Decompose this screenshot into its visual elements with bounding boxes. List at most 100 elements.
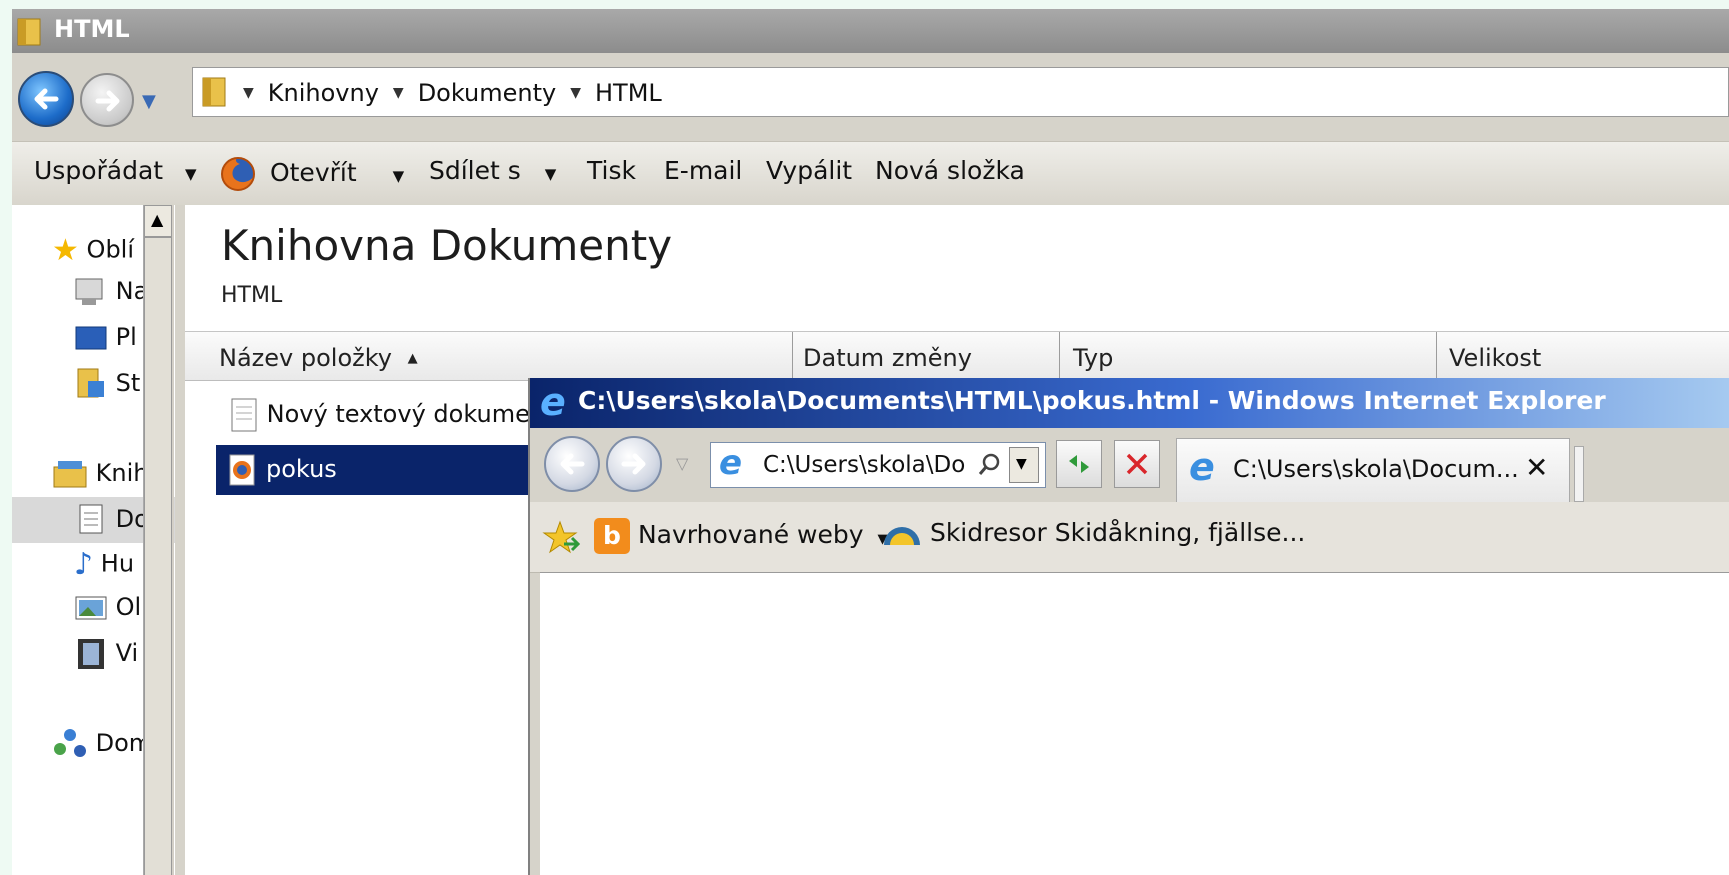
suggested-sites-button[interactable]: b Navrhované weby ▼ [594, 518, 887, 554]
favorite-site-link[interactable]: Skidresor Skidåkning, fjällse... [882, 518, 1305, 549]
nav-item-label: St [115, 369, 141, 397]
nav-item-favorites[interactable]: ★ Oblí [52, 233, 134, 268]
ie-page-content[interactable] [540, 572, 1729, 875]
pane-splitter[interactable] [175, 205, 185, 875]
nav-item-documents[interactable]: Do [74, 503, 149, 537]
nav-item-libraries[interactable]: Knih [52, 459, 148, 489]
ie-address-dropdown[interactable]: ▼ [1009, 447, 1039, 483]
breadcrumb-libraries[interactable]: Knihovny [268, 79, 379, 107]
close-icon[interactable]: ✕ [1525, 451, 1548, 484]
organize-button[interactable]: Uspořádat ▼ [34, 156, 197, 185]
nav-item-label: Oblí [86, 235, 135, 264]
scroll-up-button[interactable]: ▲ [144, 205, 172, 237]
library-icon [53, 461, 87, 488]
ie-refresh-button[interactable] [1056, 440, 1102, 488]
library-title: Knihovna Dokumenty [221, 221, 673, 270]
suggested-sites-label: Navrhované weby [637, 520, 864, 549]
scrollbar-thumb[interactable] [144, 237, 172, 875]
firefox-html-file-icon [229, 454, 255, 486]
command-bar: Uspořádat ▼ Otevřít ▼ Sdílet s ▼ Tisk E-… [12, 141, 1729, 207]
nav-item-music[interactable]: ♪ Hu [74, 547, 134, 582]
file-name: pokus [266, 455, 337, 483]
explorer-titlebar[interactable]: HTML [12, 9, 1729, 53]
arrow-right-icon [621, 453, 646, 475]
nav-item-label: Vi [115, 639, 139, 667]
breadcrumb-separator[interactable]: ▼ [243, 85, 254, 101]
firefox-icon [221, 157, 255, 191]
favorite-site-label: Skidresor Skidåkning, fjällse... [929, 518, 1306, 547]
column-divider[interactable] [1059, 332, 1060, 380]
forward-button[interactable] [80, 73, 134, 127]
column-header-date[interactable]: Datum změny [803, 344, 972, 372]
breadcrumb-documents[interactable]: Dokumenty [418, 79, 557, 107]
ie-window-title: C:\Users\skola\Documents\HTML\pokus.html… [578, 386, 1606, 415]
column-header-name[interactable]: Název položky ▲ [219, 344, 418, 372]
star-icon: ★ [52, 233, 79, 268]
organize-label: Uspořádat [34, 156, 164, 185]
picture-icon [75, 596, 107, 620]
nav-item-videos[interactable]: Vi [74, 637, 138, 671]
arrow-left-icon [560, 453, 585, 475]
email-button[interactable]: E-mail [664, 156, 742, 185]
navigation-scrollbar[interactable]: ▲ [143, 205, 174, 875]
breadcrumb-html[interactable]: HTML [595, 79, 662, 107]
ie-history-dropdown[interactable]: ▽ [676, 454, 688, 473]
nav-item-label: Pl [115, 323, 137, 351]
refresh-icon [1069, 455, 1089, 473]
folder-icon [17, 18, 41, 46]
recent-pages-dropdown[interactable]: ▼ [142, 91, 156, 112]
library-subtitle: HTML [221, 283, 283, 308]
print-button[interactable]: Tisk [587, 156, 636, 185]
nav-item-recent[interactable]: St [74, 367, 140, 401]
ie-tab[interactable]: e C:\Users\skola\Docum... ✕ [1176, 438, 1570, 502]
column-header-type[interactable]: Typ [1073, 344, 1113, 372]
ie-stop-button[interactable] [1114, 440, 1160, 488]
ie-titlebar[interactable]: e C:\Users\skola\Documents\HTML\pokus.ht… [530, 378, 1729, 428]
folder-icon [202, 77, 226, 107]
computer-icon [75, 278, 103, 305]
desktop-icon [75, 326, 107, 350]
new-folder-button[interactable]: Nová složka [875, 156, 1025, 185]
ie-icon: e [540, 380, 566, 424]
nav-item-label: Ol [115, 593, 142, 621]
nav-item-homegroup[interactable]: Dom [52, 727, 152, 761]
back-button[interactable] [18, 71, 74, 127]
arrow-left-icon [34, 88, 59, 110]
window-title: HTML [54, 15, 130, 43]
ie-new-tab-edge[interactable] [1574, 446, 1584, 502]
ie-icon: e [1189, 445, 1215, 489]
file-item-selected[interactable]: pokus [216, 445, 546, 495]
ie-tab-label: C:\Users\skola\Docum... [1233, 455, 1519, 483]
ie-page-icon: e [719, 443, 743, 483]
ie-navigation-bar: ▽ e C:\Users\skola\Do ▼ e C:\Users\skola… [530, 428, 1729, 502]
ie-back-button[interactable] [544, 436, 600, 492]
burn-button[interactable]: Vypálit [766, 156, 852, 185]
column-header-size[interactable]: Velikost [1449, 344, 1541, 372]
nav-item-pictures[interactable]: Ol [74, 593, 141, 623]
ie-forward-button[interactable] [606, 436, 662, 492]
column-divider[interactable] [1436, 332, 1437, 380]
homegroup-icon [54, 729, 86, 757]
share-button[interactable]: Sdílet s ▼ [429, 156, 556, 185]
breadcrumb-separator[interactable]: ▼ [570, 85, 581, 101]
open-button[interactable]: Otevřít ▼ [220, 156, 404, 192]
share-label: Sdílet s [429, 156, 521, 185]
film-icon [78, 639, 104, 669]
nav-item-desktop[interactable]: Pl [74, 323, 137, 353]
text-file-icon [231, 398, 257, 432]
nav-item-label: Knih [95, 459, 149, 487]
nav-item-downloads[interactable]: Na [74, 277, 148, 307]
address-bar[interactable]: ▼ Knihovny ▼ Dokumenty ▼ HTML [192, 67, 1729, 117]
column-divider[interactable] [792, 332, 793, 380]
breadcrumb-separator[interactable]: ▼ [393, 85, 404, 101]
arrow-right-icon [95, 90, 120, 112]
sort-ascending-icon: ▲ [407, 351, 418, 366]
add-favorites-star-icon[interactable] [542, 520, 580, 556]
bing-icon: b [594, 518, 630, 554]
arrow-up-icon: ▲ [151, 210, 164, 229]
document-icon [79, 504, 103, 534]
file-name: Nový textový dokument [266, 400, 555, 428]
nav-item-label: Hu [100, 549, 135, 578]
file-item[interactable]: Nový textový dokument [229, 397, 554, 433]
ie-address-bar[interactable]: e C:\Users\skola\Do ▼ [710, 442, 1046, 488]
